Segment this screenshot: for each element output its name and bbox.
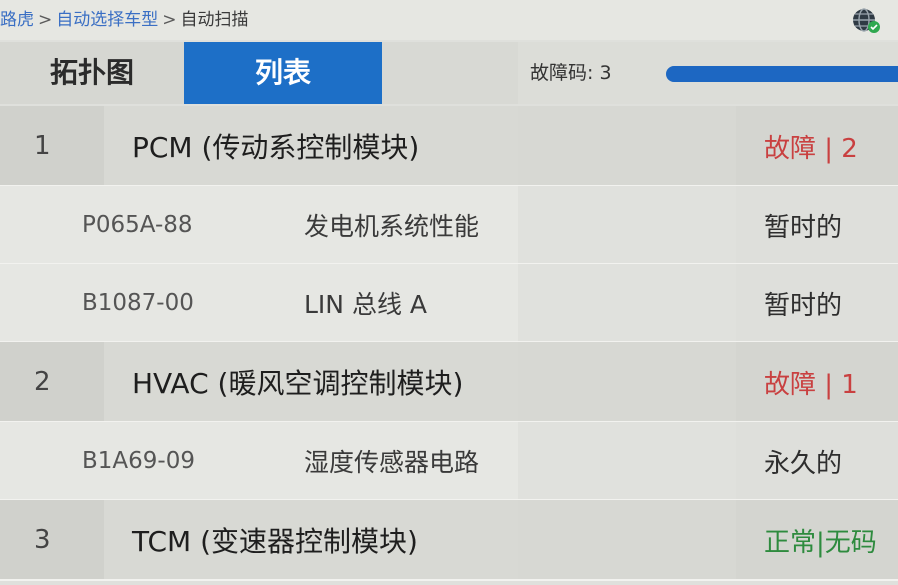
breadcrumb-separator: > xyxy=(38,10,53,30)
module-row[interactable]: 1 PCM (传动系控制模块) 故障 | 2 xyxy=(0,106,898,186)
module-row[interactable]: 2 HVAC (暖风空调控制模块) 故障 | 1 xyxy=(0,342,898,422)
view-tabs: 拓扑图 列表 xyxy=(0,42,518,104)
module-name-cell: PCM (传动系控制模块) xyxy=(104,106,518,186)
module-spacer-cell xyxy=(518,500,736,580)
breadcrumb-item-brand[interactable]: 路虎 xyxy=(0,10,34,30)
dtc-code: B1A69-09 xyxy=(82,448,195,474)
module-status: 故障 | 2 xyxy=(764,133,858,164)
module-name: TCM (变速器控制模块) xyxy=(132,525,418,558)
dtc-type: 暂时的 xyxy=(764,290,843,321)
module-name: PCM (传动系控制模块) xyxy=(132,131,420,164)
module-status-cell: 故障 | 2 xyxy=(736,106,898,186)
dtc-code: B1087-00 xyxy=(82,290,194,316)
dtc-info-cell: B1087-00 LIN 总线 A xyxy=(0,264,518,342)
dtc-spacer-cell xyxy=(518,186,736,264)
scan-progress-bar xyxy=(666,66,898,82)
module-spacer-cell xyxy=(518,106,736,186)
dtc-spacer-cell xyxy=(518,422,736,500)
dtc-code: P065A-88 xyxy=(82,212,193,238)
module-index: 2 xyxy=(34,367,51,397)
module-row[interactable]: 3 TCM (变速器控制模块) 正常|无码 xyxy=(0,500,898,580)
dtc-row[interactable]: P065A-88 发电机系统性能 暂时的 xyxy=(0,186,898,264)
top-bar: 路虎 > 自动选择车型 > 自动扫描 xyxy=(0,0,898,40)
scan-progress-fill xyxy=(666,66,898,82)
dtc-type-cell: 暂时的 xyxy=(736,186,898,264)
dtc-spacer-cell xyxy=(518,264,736,342)
module-name-cell: TCM (变速器控制模块) xyxy=(104,500,518,580)
module-index-cell: 1 xyxy=(0,106,104,186)
tab-topology[interactable]: 拓扑图 xyxy=(0,42,184,104)
fault-count-label: 故障码: 3 xyxy=(530,62,612,84)
module-name-cell: HVAC (暖风空调控制模块) xyxy=(104,342,518,422)
row-divider xyxy=(0,579,898,581)
module-status-cell: 故障 | 1 xyxy=(736,342,898,422)
dtc-description: LIN 总线 A xyxy=(304,290,427,319)
breadcrumb-separator: > xyxy=(162,10,177,30)
module-name: HVAC (暖风空调控制模块) xyxy=(132,367,464,400)
dtc-type: 永久的 xyxy=(764,448,843,479)
module-spacer-cell xyxy=(518,342,736,422)
module-index-cell: 3 xyxy=(0,500,104,580)
breadcrumb-item-select-model[interactable]: 自动选择车型 xyxy=(56,10,158,30)
dtc-info-cell: P065A-88 发电机系统性能 xyxy=(0,186,518,264)
dtc-row[interactable]: B1A69-09 湿度传感器电路 永久的 xyxy=(0,422,898,500)
module-index-cell: 2 xyxy=(0,342,104,422)
breadcrumb-item-current: 自动扫描 xyxy=(180,10,249,30)
module-status-cell: 正常|无码 xyxy=(736,500,898,580)
module-index: 3 xyxy=(34,525,51,555)
tab-list[interactable]: 列表 xyxy=(184,42,382,104)
scan-status-panel: 故障码: 3 xyxy=(518,42,898,104)
dtc-type: 暂时的 xyxy=(764,212,843,243)
module-status: 故障 | 1 xyxy=(764,369,858,400)
dtc-type-cell: 暂时的 xyxy=(736,264,898,342)
module-status: 正常|无码 xyxy=(764,527,877,558)
dtc-type-cell: 永久的 xyxy=(736,422,898,500)
dtc-row[interactable]: B1087-00 LIN 总线 A 暂时的 xyxy=(0,264,898,342)
dtc-description: 发电机系统性能 xyxy=(304,212,480,241)
breadcrumb: 路虎 > 自动选择车型 > 自动扫描 xyxy=(0,8,249,32)
dtc-description: 湿度传感器电路 xyxy=(304,448,480,477)
dtc-info-cell: B1A69-09 湿度传感器电路 xyxy=(0,422,518,500)
globe-icon[interactable] xyxy=(850,6,882,36)
module-index: 1 xyxy=(34,131,51,161)
